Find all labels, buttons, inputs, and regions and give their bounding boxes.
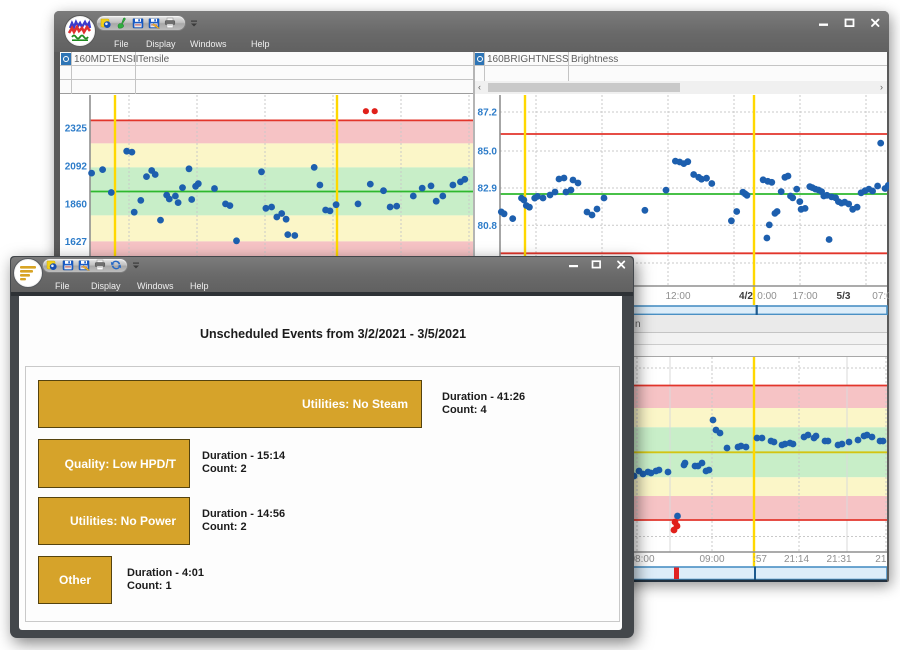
- svg-text:12:00: 12:00: [665, 291, 690, 302]
- svg-text:1860: 1860: [65, 200, 88, 211]
- svg-text:87.2: 87.2: [478, 108, 498, 119]
- svg-text:82.9: 82.9: [478, 184, 498, 195]
- svg-text:80.8: 80.8: [478, 221, 498, 232]
- svg-text:4/2: 4/2: [739, 291, 753, 302]
- svg-text:21:31: 21:31: [826, 554, 851, 565]
- svg-text:5/3: 5/3: [837, 291, 851, 302]
- svg-text:21:4: 21:4: [875, 554, 887, 565]
- svg-text:07:0: 07:0: [872, 291, 889, 302]
- svg-text:09:00: 09:00: [699, 554, 724, 565]
- svg-text:2325: 2325: [65, 124, 88, 135]
- svg-text:2092: 2092: [65, 162, 88, 173]
- svg-text:17:00: 17:00: [792, 291, 817, 302]
- svg-text:1627: 1627: [65, 237, 88, 248]
- svg-text:0:00: 0:00: [757, 291, 777, 302]
- svg-text::57: :57: [753, 554, 767, 565]
- svg-text:85.0: 85.0: [478, 147, 498, 158]
- svg-text:21:14: 21:14: [784, 554, 809, 565]
